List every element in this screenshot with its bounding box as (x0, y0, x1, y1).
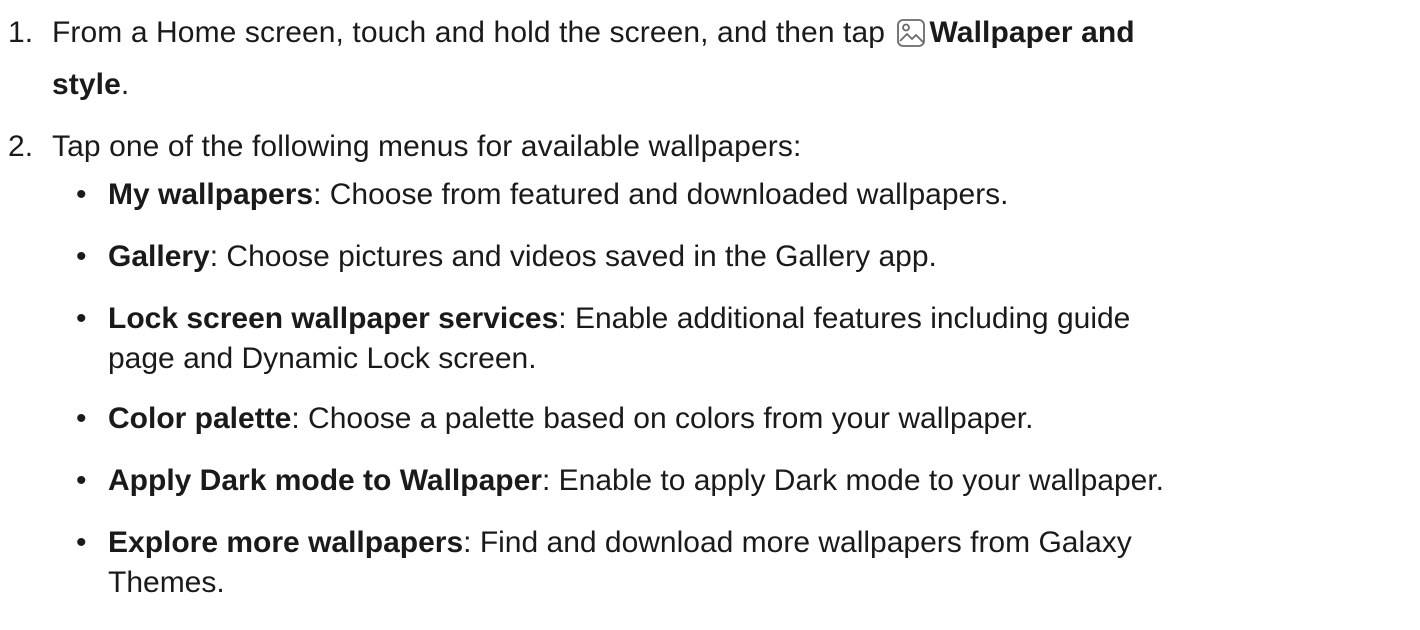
list-item-description: Enable to apply Dark mode to your wallpa… (550, 464, 1164, 497)
bullet-dot: • (76, 464, 87, 497)
list-item-description: Enable additional features including gui… (566, 302, 1131, 335)
list-item-separator: : (558, 302, 567, 335)
list-item-title: Gallery (108, 240, 210, 273)
step-1-text: From a Home screen, touch and hold the s… (52, 16, 886, 49)
list-item-title: Apply Dark mode to Wallpaper (108, 464, 542, 497)
bullet-dot: • (76, 240, 87, 273)
list-item-description: Choose pictures and videos saved in the … (218, 240, 937, 273)
list-item-separator: : (209, 240, 219, 273)
list-item-description: Choose from featured and downloaded wall… (321, 178, 1009, 211)
step-2-text: Tap one of the following menus for avail… (52, 130, 802, 163)
list-item-description: Find and download more wallpapers from G… (471, 526, 1132, 559)
step-2: 2. Tap one of the following menus for ava… (8, 128, 801, 166)
list-item-title: Lock screen wallpaper services (108, 302, 559, 335)
step-2-number: 2. (8, 130, 34, 163)
list-item-description-cont: Themes. (108, 566, 225, 599)
list-item-description: Choose a palette based on colors from yo… (299, 402, 1034, 435)
bullet-dot: • (76, 526, 87, 559)
list-item-description-cont: page and Dynamic Lock screen. (108, 342, 537, 375)
bullet-dot: • (76, 178, 87, 211)
list-item-title: Explore more wallpapers (108, 526, 464, 559)
step-1-number: 1. (8, 16, 34, 49)
step-1: 1. From a Home screen, touch and hold the… (8, 14, 1408, 101)
bullet-dot: • (76, 402, 87, 435)
instructions-document: 1. From a Home screen, touch and hold the… (0, 0, 1420, 630)
list-item-title: My wallpapers (108, 178, 314, 211)
wallpaper-gallery-icon (896, 18, 926, 48)
step-1-bold-label-cont: style (52, 68, 121, 101)
list-item-title: Color palette (108, 402, 292, 435)
step-1-bold-label: Wallpaper and (929, 16, 1135, 49)
step-1-end: . (120, 68, 130, 101)
list-item-separator: : (291, 402, 300, 435)
bullet-dot: • (76, 302, 87, 335)
step-1-continuation: style. (52, 66, 129, 104)
